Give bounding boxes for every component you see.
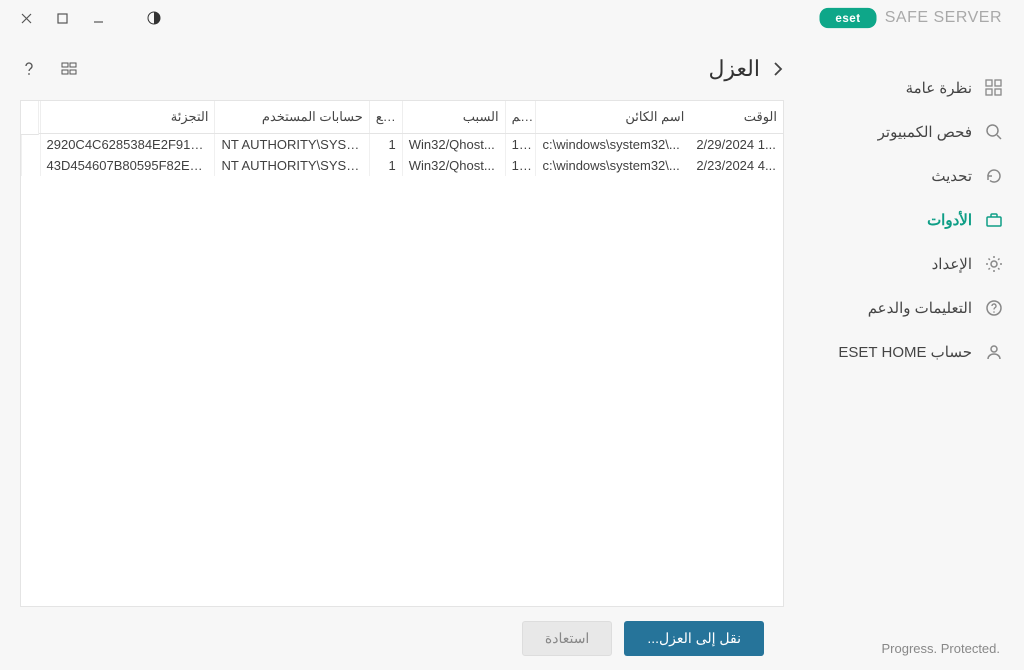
sidebar-item-label: تحديث [931, 167, 972, 185]
page-title: العزل [708, 56, 760, 82]
cell-reason: Win32/Qhost... [402, 134, 505, 156]
sidebar-item-label: الأدوات [927, 211, 972, 229]
restore-button: استعادة [522, 621, 612, 656]
col-size[interactable]: حجم [505, 101, 536, 134]
sidebar-item-update[interactable]: تحديث [804, 154, 1024, 198]
help-icon [984, 298, 1004, 318]
col-count[interactable]: الع... [369, 101, 402, 134]
col-time[interactable]: الوقت [690, 101, 783, 134]
eset-logo-icon: eset [819, 7, 877, 29]
cell-hash: 43D454607B80595F82E8786... [40, 155, 215, 176]
col-object[interactable]: اسم الكائن [536, 101, 690, 134]
col-reason[interactable]: السبب [402, 101, 505, 134]
briefcase-icon [984, 210, 1004, 230]
sidebar-item-setup[interactable]: الإعداد [804, 242, 1024, 286]
col-user[interactable]: حسابات المستخدم [215, 101, 369, 134]
table-row[interactable]: 2920C4C6285384E2F91816A... NT AUTHORITY\… [22, 134, 784, 156]
maximize-icon[interactable] [54, 10, 70, 26]
question-icon[interactable] [20, 60, 38, 78]
table-header-row: التجزئة حسابات المستخدم الع... السبب حجم… [22, 101, 784, 134]
user-icon [984, 342, 1004, 362]
grid-icon [984, 78, 1004, 98]
cell-size: 1.1 ... [505, 155, 536, 176]
cell-time: 2/29/2024 1... [690, 134, 783, 156]
cell-user: NT AUTHORITY\SYSTEM [215, 134, 369, 156]
layout-icon[interactable] [60, 60, 78, 78]
back-arrow-icon[interactable] [772, 61, 784, 77]
sidebar-item-label: نظرة عامة [906, 79, 972, 97]
sidebar: نظرة عامة فحص الكمبيوتر تحديث [804, 36, 1024, 670]
move-to-quarantine-button[interactable]: نقل إلى العزل... [624, 621, 764, 656]
sidebar-item-label: حساب ESET HOME [838, 343, 972, 361]
col-hash[interactable]: التجزئة [40, 101, 215, 134]
scroll-corner [21, 101, 39, 135]
contrast-icon[interactable] [146, 10, 162, 26]
sidebar-item-tools[interactable]: الأدوات [804, 198, 1024, 242]
sidebar-item-label: الإعداد [932, 255, 972, 273]
cell-object: c:\windows\system32\... [536, 155, 690, 176]
sidebar-item-account[interactable]: حساب ESET HOME [804, 330, 1024, 374]
cell-count: 1 [369, 155, 402, 176]
cell-object: c:\windows\system32\... [536, 134, 690, 156]
refresh-icon [984, 166, 1004, 186]
svg-text:eset: eset [835, 12, 860, 25]
cell-user: NT AUTHORITY\SYSTEM [215, 155, 369, 176]
sidebar-item-overview[interactable]: نظرة عامة [804, 66, 1024, 110]
quarantine-table[interactable]: التجزئة حسابات المستخدم الع... السبب حجم… [20, 100, 784, 607]
cell-size: 1.1 ... [505, 134, 536, 156]
cell-reason: Win32/Qhost... [402, 155, 505, 176]
minimize-icon[interactable] [90, 10, 106, 26]
cell-count: 1 [369, 134, 402, 156]
search-icon [984, 122, 1004, 142]
tagline: Progress. Protected. [882, 641, 1005, 656]
product-name: SAFE SERVER [885, 9, 1002, 27]
table-row[interactable]: 43D454607B80595F82E8786... NT AUTHORITY\… [22, 155, 784, 176]
cell-hash: 2920C4C6285384E2F91816A... [40, 134, 215, 156]
brand: eset SAFE SERVER [819, 7, 1016, 29]
titlebar: eset SAFE SERVER [0, 0, 1024, 36]
sidebar-item-label: فحص الكمبيوتر [878, 123, 972, 141]
cell-time: 2/23/2024 4... [690, 155, 783, 176]
close-icon[interactable] [18, 10, 34, 26]
gear-icon [984, 254, 1004, 274]
sidebar-item-scan[interactable]: فحص الكمبيوتر [804, 110, 1024, 154]
sidebar-item-help[interactable]: التعليمات والدعم [804, 286, 1024, 330]
sidebar-item-label: التعليمات والدعم [868, 299, 972, 317]
